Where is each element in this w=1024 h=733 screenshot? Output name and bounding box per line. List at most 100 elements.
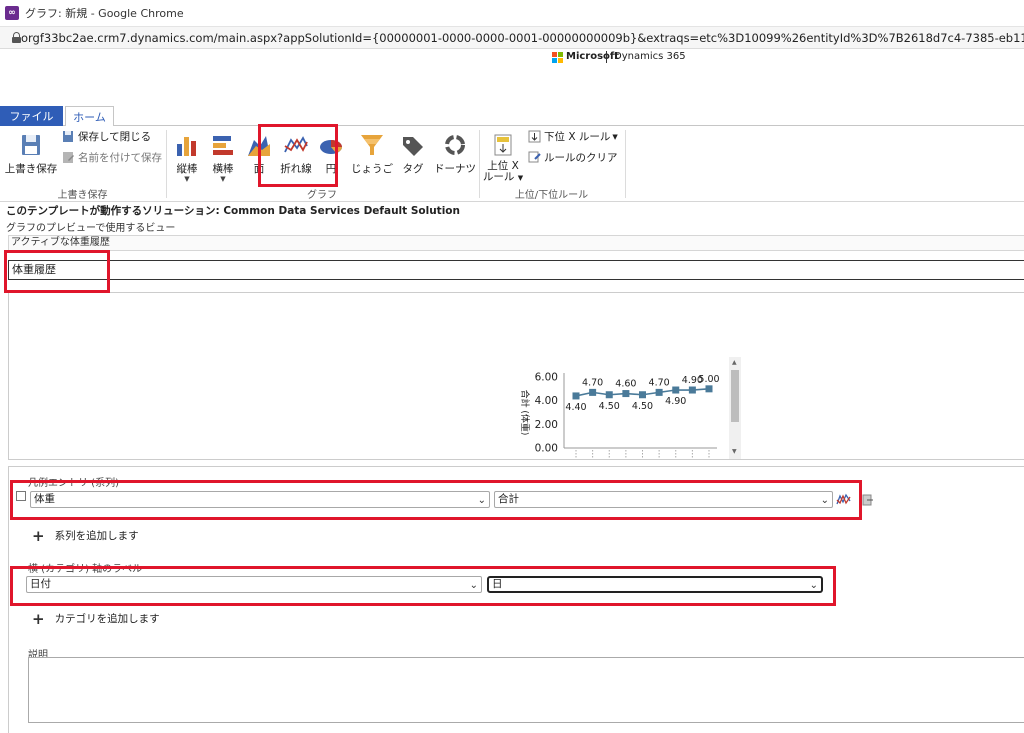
save-and-close-label: 保存して閉じる [78, 131, 152, 143]
address-bar[interactable]: orgf33bc2ae.crm7.dynamics.com/main.aspx?… [0, 27, 1024, 49]
plus-icon: + [32, 526, 45, 545]
data-label: 5.00 [698, 374, 719, 385]
data-point [655, 388, 663, 396]
data-point [688, 386, 696, 394]
chart-funnel-button[interactable]: じょうご [351, 132, 393, 176]
chart-donut-label: ドーナツ [434, 163, 476, 175]
donut-chart-icon [445, 135, 465, 155]
add-series-button[interactable]: + 系列を追加します [32, 528, 139, 543]
chevron-down-icon: ⌄ [477, 495, 486, 506]
save-group-label: 上書き保存 [57, 190, 108, 201]
chart-bar-label: 横棒 [212, 163, 234, 175]
chart-pie-button[interactable]: 円 [318, 132, 344, 176]
series-legend-label: 凡例エントリ (系列) [28, 478, 119, 489]
group-divider [625, 130, 626, 198]
category-field-select[interactable]: 日付 ⌄ [26, 576, 482, 593]
data-label: 4.70 [649, 377, 670, 388]
chart-preview-panel: 0.00 2.00 4.00 6.00 合計 (体重) 4.40 4.70 4.50 4.60 4… [8, 292, 1024, 460]
save-and-close-button[interactable]: 保存して閉じる [62, 129, 151, 144]
chart-name-input[interactable]: 体重履歴 [8, 260, 1024, 280]
save-close-icon [63, 131, 73, 142]
series-options-icon[interactable] [862, 493, 874, 507]
y-tick-label: 0.00 [535, 443, 558, 455]
microsoft-brand: Microsoft [566, 51, 620, 62]
series-line-chart-icon[interactable] [836, 492, 851, 507]
ribbon-tabs: ファイル ホーム [0, 106, 1024, 127]
window-title: グラフ: 新規 - Google Chrome [25, 7, 184, 20]
url-text[interactable]: orgf33bc2ae.crm7.dynamics.com/main.aspx?… [21, 31, 1024, 45]
chevron-down-icon: ▼ [220, 175, 226, 183]
solution-info: このテンプレートが動作するソリューション: Common Data Servic… [6, 205, 460, 217]
add-category-label: カテゴリを追加します [54, 613, 160, 625]
description-textarea[interactable] [28, 657, 1024, 723]
bottom-rule-icon [528, 130, 541, 143]
product-header: Microsoft Dynamics 365 [0, 49, 1024, 65]
area-chart-icon [248, 136, 270, 156]
y-tick-label: 2.00 [535, 419, 558, 431]
series-checkbox[interactable] [16, 491, 26, 501]
y-axis-title: 合計 (体重) [519, 390, 531, 436]
y-tick-label: 6.00 [535, 372, 558, 384]
plus-icon: + [32, 609, 45, 628]
ribbon: 上書き保存 保存して閉じる 名前を付けて保存 上書き保存 縦棒 ▼ 横棒 ▼ 面 [0, 126, 1024, 202]
app-favicon-icon: ∞ [5, 6, 19, 20]
chart-funnel-label: じょうご [351, 163, 393, 175]
chart-column-button[interactable]: 縦棒 ▼ [172, 132, 202, 183]
bottom-x-rule-label: 下位 X ルール [544, 131, 611, 143]
top-rule-icon [494, 134, 512, 156]
top-x-rule-label: 上位 X ルール ▼ [482, 160, 524, 183]
chevron-down-icon: ⌄ [809, 580, 818, 591]
preview-view-select[interactable]: アクティブな体重履歴 [8, 235, 1024, 251]
data-label: 4.50 [632, 401, 653, 412]
add-category-button[interactable]: + カテゴリを追加します [32, 611, 160, 626]
chart-bar-button[interactable]: 横棒 ▼ [208, 132, 238, 183]
data-point [705, 385, 713, 393]
browser-title-bar: ∞ グラフ: 新規 - Google Chrome [0, 0, 1024, 27]
category-grouping-select[interactable]: 日 ⌄ [487, 576, 823, 593]
tab-home[interactable]: ホーム [65, 106, 114, 127]
series-field-select[interactable]: 体重 ⌄ [30, 491, 490, 508]
bottom-x-rule-button[interactable]: 下位 X ルール ▼ [528, 129, 618, 144]
data-label: 4.50 [599, 401, 620, 412]
chart-area-button[interactable]: 面 [245, 132, 273, 176]
tab-file[interactable]: ファイル [0, 106, 63, 126]
line-chart: 0.00 2.00 4.00 6.00 合計 (体重) 4.40 4.70 4.50 4.60 4… [519, 372, 720, 458]
chart-column-label: 縦棒 [176, 163, 198, 175]
y-tick-label: 4.00 [535, 395, 558, 407]
chart-line-button[interactable]: 折れ線 [278, 132, 314, 176]
series-aggregate-select[interactable]: 合計 ⌄ [494, 491, 833, 508]
scrollbar-thumb[interactable] [731, 370, 739, 422]
clear-rule-icon [528, 151, 541, 163]
funnel-chart-icon [361, 135, 383, 155]
rule-group-label: 上位/下位ルール [514, 190, 589, 201]
clear-rule-button[interactable]: ルールのクリア [528, 150, 618, 165]
microsoft-logo-icon [552, 52, 563, 63]
chart-donut-button[interactable]: ドーナツ [433, 132, 477, 176]
column-chart-icon [177, 137, 196, 156]
chart-area-label: 面 [253, 163, 265, 175]
chevron-down-icon: ⌄ [469, 580, 478, 591]
data-point [622, 390, 630, 398]
category-axis-label: 横 (カテゴリ) 軸のラベル [28, 564, 143, 575]
chart-pie-label: 円 [325, 163, 337, 175]
save-as-button[interactable]: 名前を付けて保存 [62, 150, 162, 165]
chart-tag-button[interactable]: タグ [398, 132, 428, 176]
preview-view-label: グラフのプレビューで使用するビュー [6, 223, 176, 234]
add-series-label: 系列を追加します [54, 530, 139, 542]
save-button-label: 上書き保存 [4, 163, 58, 175]
preview-scrollbar[interactable]: ▲ ▼ [729, 357, 741, 459]
save-as-icon [63, 152, 74, 163]
chart-line-label: 折れ線 [280, 163, 312, 175]
data-point [572, 392, 580, 400]
data-label: 4.60 [615, 379, 636, 390]
data-label: 4.90 [665, 396, 686, 407]
line-chart-icon [284, 136, 308, 153]
top-x-rule-button[interactable]: 上位 X ルール ▼ [482, 132, 524, 184]
scroll-down-arrow-icon[interactable]: ▼ [732, 448, 737, 455]
clear-rule-label: ルールのクリア [544, 152, 618, 164]
tag-icon [403, 137, 423, 156]
chevron-down-icon: ▼ [612, 132, 618, 141]
scroll-up-arrow-icon[interactable]: ▲ [732, 359, 737, 366]
save-button[interactable]: 上書き保存 [5, 132, 57, 176]
chart-tag-label: タグ [402, 163, 424, 175]
